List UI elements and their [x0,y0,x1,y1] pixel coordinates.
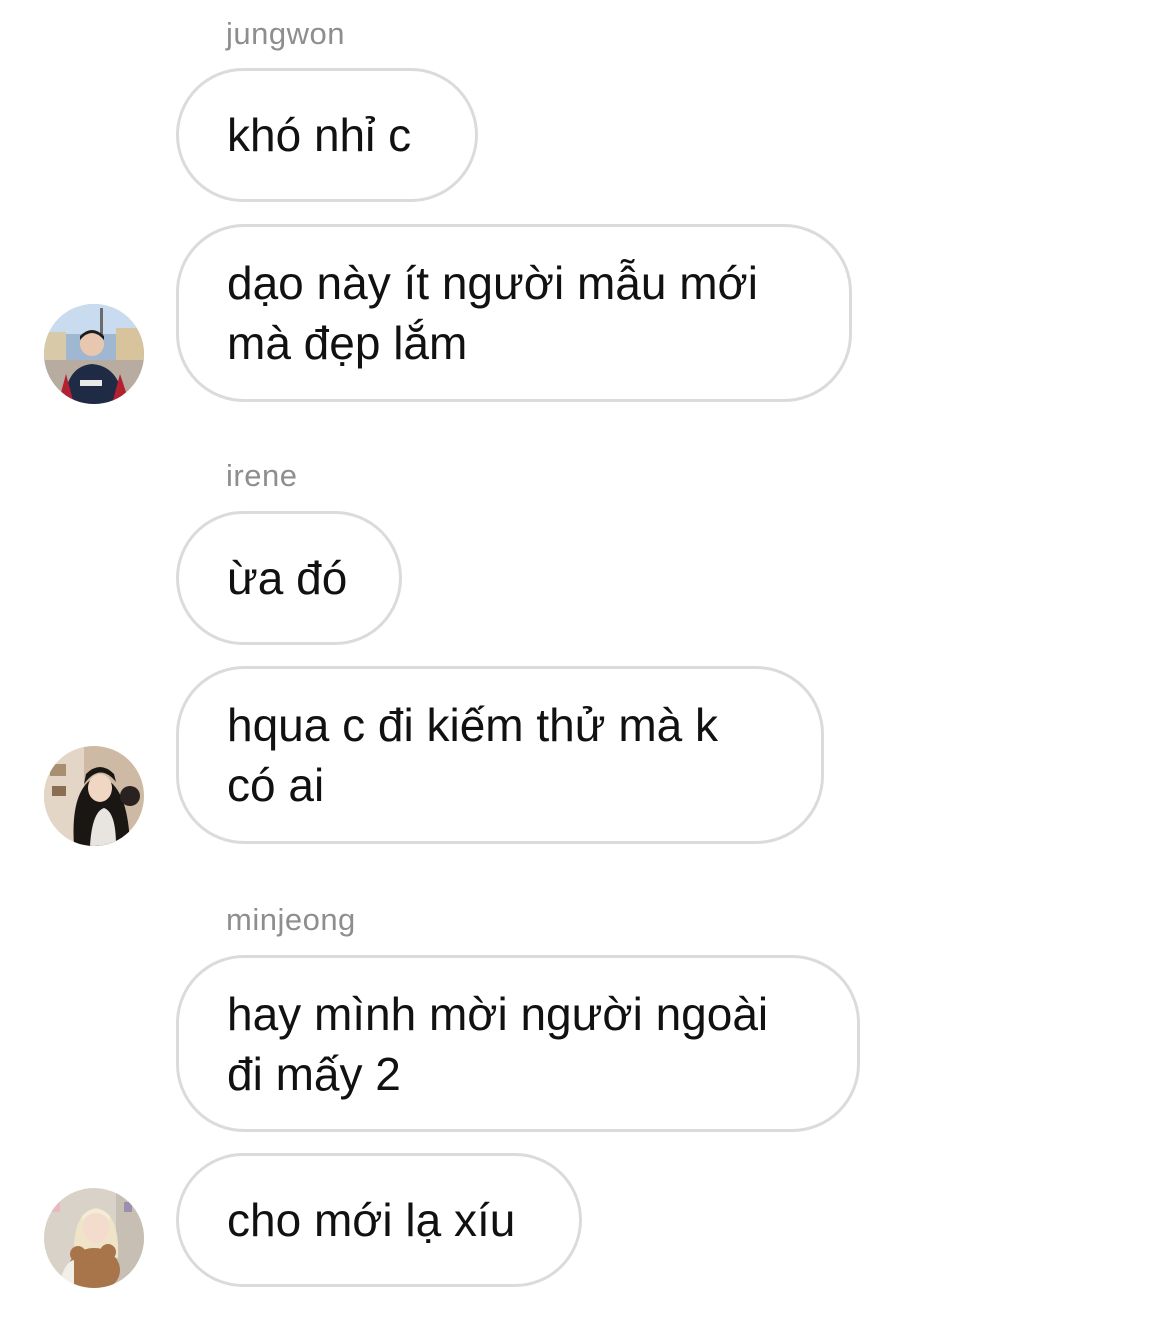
avatar[interactable] [44,304,144,404]
sender-name: irene [226,458,298,493]
profile-photo-avatar-icon [44,746,144,846]
message-bubble[interactable]: ừa đó [176,511,402,645]
profile-photo-avatar-icon [44,1188,144,1288]
sender-name: jungwon [226,16,345,51]
message-bubble[interactable]: cho mới lạ xíu [176,1153,582,1287]
message-bubble[interactable]: hqua c đi kiếm thử mà k có ai [176,666,824,844]
sender-name: minjeong [226,902,356,937]
message-bubble[interactable]: khó nhỉ c [176,68,478,202]
avatar[interactable] [44,746,144,846]
message-bubble[interactable]: dạo này ít người mẫu mới mà đẹp lắm [176,224,852,402]
message-bubble[interactable]: hay mình mời người ngoài đi mấy 2 [176,955,860,1132]
profile-photo-avatar-icon [44,304,144,404]
avatar[interactable] [44,1188,144,1288]
